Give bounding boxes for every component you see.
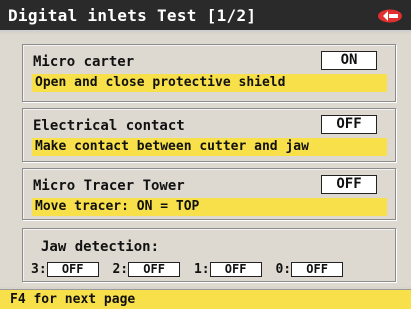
jaw-sensor-state: OFF xyxy=(291,262,344,277)
inlet-state-indicator: OFF xyxy=(321,175,377,194)
inlets-panel: Micro carter ON Open and close protectiv… xyxy=(0,34,411,287)
jaw-sensor-label: 2: xyxy=(112,262,129,277)
jaw-sensor-state: OFF xyxy=(209,262,262,277)
inlet-title: Micro Tracer Tower xyxy=(33,178,185,194)
inlet-title: Micro carter xyxy=(33,54,135,70)
jaw-sensor-label: 1: xyxy=(193,262,210,277)
inlet-description: Make contact between cutter and jaw xyxy=(32,138,387,156)
jaw-detection-row: 3: OFF 2: OFF 1: OFF 0: OFF xyxy=(31,261,349,279)
jaw-sensor-state: OFF xyxy=(128,262,181,277)
jaw-sensor-2: 2: OFF xyxy=(112,261,181,279)
jaw-sensor-1: 1: OFF xyxy=(194,261,262,279)
footer-hint-bar: F4 for next page xyxy=(0,289,411,309)
next-page-hint: F4 for next page xyxy=(10,292,136,307)
inlet-state-indicator: ON xyxy=(321,51,377,70)
screen-title: Digital inlets Test [1/2] xyxy=(8,6,257,25)
jaw-sensor-label: 0: xyxy=(275,262,292,277)
jaw-sensor-0: 0: OFF xyxy=(275,261,344,279)
jaw-detection-card: Jaw detection: 3: OFF 2: OFF 1: OFF 0: OFF xyxy=(22,228,396,282)
inlet-description: Move tracer: ON = TOP xyxy=(32,198,387,216)
inlet-card-electrical-contact: Electrical contact OFF Make contact betw… xyxy=(22,108,396,162)
inlet-description: Open and close protective shield xyxy=(32,74,387,92)
jaw-detection-title: Jaw detection: xyxy=(41,239,160,255)
inlet-card-micro-carter: Micro carter ON Open and close protectiv… xyxy=(22,44,396,102)
inlet-title: Electrical contact xyxy=(33,118,185,134)
inlet-card-micro-tracer-tower: Micro Tracer Tower OFF Move tracer: ON =… xyxy=(22,168,396,220)
brand-logo-icon xyxy=(378,9,402,23)
jaw-sensor-label: 3: xyxy=(31,262,47,277)
inlet-state-indicator: OFF xyxy=(321,115,377,134)
title-bar: Digital inlets Test [1/2] xyxy=(0,0,411,32)
jaw-sensor-state: OFF xyxy=(46,262,99,277)
jaw-sensor-3: 3: OFF xyxy=(31,261,99,279)
